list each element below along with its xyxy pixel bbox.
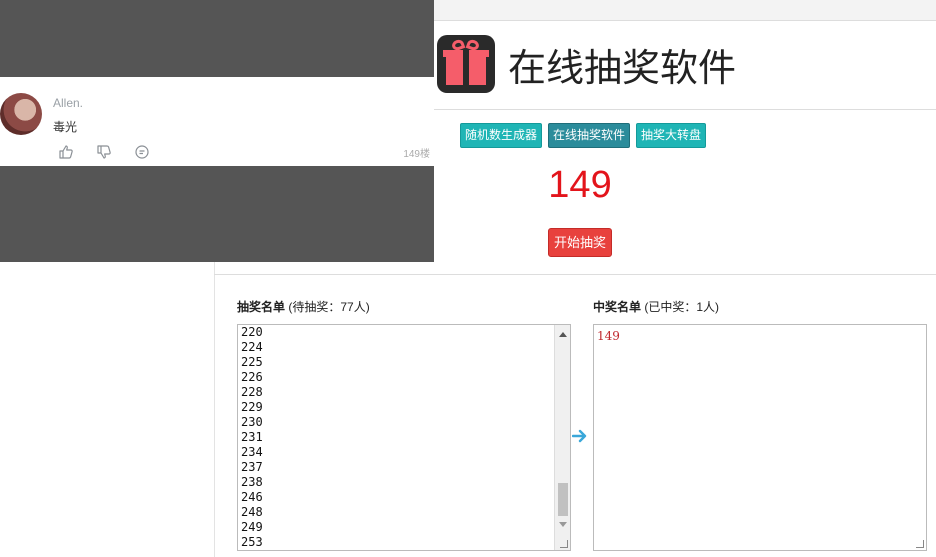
resize-handle-icon[interactable] [560,540,568,548]
divider [214,274,936,275]
pool-entry: 248 [241,505,263,519]
floor-number: 149楼 [403,149,430,160]
comment-actions [58,144,150,160]
winners-textarea[interactable]: 149 [593,324,927,551]
pool-entry: 238 [241,475,263,489]
tab-prize-wheel[interactable]: 抽奖大转盘 [636,123,707,148]
scroll-up-icon[interactable] [559,332,567,337]
pool-entry: 220 [241,325,263,339]
pool-entry: 230 [241,415,263,429]
comment-card: Allen. 毒光 149楼 [0,77,434,166]
tool-tabs: 随机数生成器 在线抽奖软件 抽奖大转盘 [460,123,707,148]
scroll-thumb[interactable] [558,483,568,516]
comment-username[interactable]: Allen. [53,96,83,110]
pool-entry: 249 [241,520,263,534]
pool-scrollbar[interactable] [554,325,570,550]
tab-random-number[interactable]: 随机数生成器 [460,123,543,148]
page-title: 在线抽奖软件 [508,45,737,90]
pool-entry: 224 [241,340,263,354]
avatar[interactable] [0,93,42,135]
start-draw-button[interactable]: 开始抽奖 [548,228,612,257]
tab-online-lottery[interactable]: 在线抽奖软件 [548,123,631,148]
pool-entry: 234 [241,445,263,459]
comment-text: 毒光 [53,120,78,134]
comment-overlay: Allen. 毒光 149楼 [0,0,434,262]
thumbs-up-icon[interactable] [58,144,74,160]
pool-entry: 253 [241,535,263,549]
pool-entry: 225 [241,355,263,369]
winners-text: 149 [597,329,620,343]
reply-icon[interactable] [134,144,150,160]
gift-icon [437,35,495,93]
pool-entry: 226 [241,370,263,384]
winners-label: 中奖名单 (已中奖：1人) [593,300,720,314]
pool-entries: 220 224 225 226 228 229 230 231 234 237 238 246 248 2… [241,325,263,550]
app-header: 在线抽奖软件 [437,34,736,94]
pool-entry: 246 [241,490,263,504]
pool-entry: 231 [241,430,263,444]
pool-entry: 237 [241,460,263,474]
thumbs-down-icon[interactable] [96,144,112,160]
pool-entry: 229 [241,400,263,414]
pool-entry: 228 [241,385,263,399]
draw-result: 149 [548,164,612,206]
resize-handle-icon[interactable] [916,540,924,548]
scroll-down-icon[interactable] [559,522,567,527]
arrow-right-icon [572,429,587,443]
pool-label: 抽奖名单 (待抽奖：77人) [237,300,370,314]
pool-textarea[interactable]: 220 224 225 226 228 229 230 231 234 237 238 246 248 2… [237,324,571,551]
